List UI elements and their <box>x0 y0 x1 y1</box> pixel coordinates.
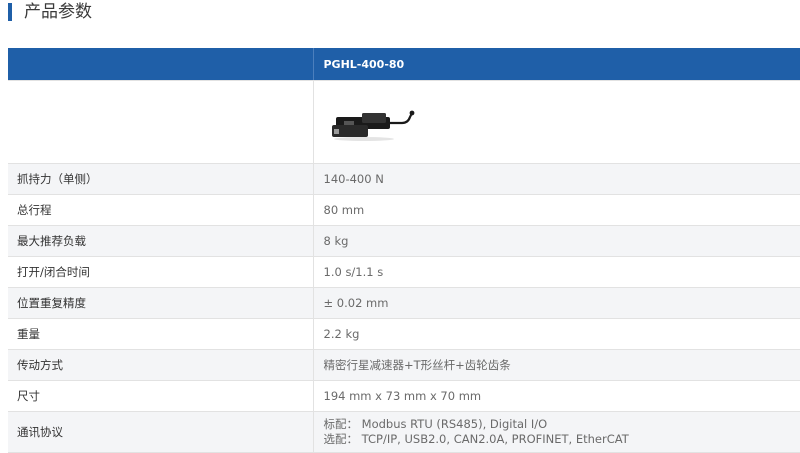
spec-label: 打开/闭合时间 <box>8 257 313 288</box>
spec-row: 传动方式 精密行星减速器+T形丝杆+齿轮齿条 <box>8 350 800 381</box>
image-row-label-cell <box>8 81 313 164</box>
spec-value: 精密行星减速器+T形丝杆+齿轮齿条 <box>313 350 800 381</box>
spec-label: 抓持力（单侧） <box>8 164 313 195</box>
spec-value: 80 mm <box>313 195 800 226</box>
spec-value: 194 mm x 73 mm x 70 mm <box>313 381 800 412</box>
header-label-cell <box>8 48 313 81</box>
section-accent-bar <box>8 3 12 21</box>
section-header: 产品参数 <box>0 0 800 26</box>
spec-row: 总行程 80 mm <box>8 195 800 226</box>
image-row <box>8 81 800 164</box>
spec-row: 打开/闭合时间 1.0 s/1.1 s <box>8 257 800 288</box>
spec-row: 位置重复精度 ± 0.02 mm <box>8 288 800 319</box>
spec-label: 传动方式 <box>8 350 313 381</box>
spec-label: 重量 <box>8 319 313 350</box>
spec-row: 最大推荐负载 8 kg <box>8 226 800 257</box>
spec-value: 2.2 kg <box>313 319 800 350</box>
spec-row-protocol: 通讯协议 标配： Modbus RTU (RS485), Digital I/O… <box>8 412 800 453</box>
model-name: PGHL-400-80 <box>313 48 800 81</box>
spec-label: 最大推荐负载 <box>8 226 313 257</box>
spec-value: ± 0.02 mm <box>313 288 800 319</box>
product-image <box>322 103 422 143</box>
spec-value: 140-400 N <box>313 164 800 195</box>
spec-value: 8 kg <box>313 226 800 257</box>
product-image-cell <box>313 81 800 164</box>
spec-label: 位置重复精度 <box>8 288 313 319</box>
spec-row: 重量 2.2 kg <box>8 319 800 350</box>
spec-row: 尺寸 194 mm x 73 mm x 70 mm <box>8 381 800 412</box>
protocol-optional: 选配： TCP/IP, USB2.0, CAN2.0A, PROFINET, E… <box>324 432 800 447</box>
section-title: 产品参数 <box>24 1 92 23</box>
spec-value-protocol: 标配： Modbus RTU (RS485), Digital I/O 选配： … <box>313 412 800 453</box>
spec-value: 1.0 s/1.1 s <box>313 257 800 288</box>
spec-row: 抓持力（单侧） 140-400 N <box>8 164 800 195</box>
protocol-standard: 标配： Modbus RTU (RS485), Digital I/O <box>324 417 800 432</box>
spec-label: 尺寸 <box>8 381 313 412</box>
spec-table: PGHL-400-80 抓持力（单侧） 140-400 N 总行程 80 mm … <box>8 48 800 453</box>
spec-label: 总行程 <box>8 195 313 226</box>
spec-label: 通讯协议 <box>8 412 313 453</box>
table-header-row: PGHL-400-80 <box>8 48 800 81</box>
